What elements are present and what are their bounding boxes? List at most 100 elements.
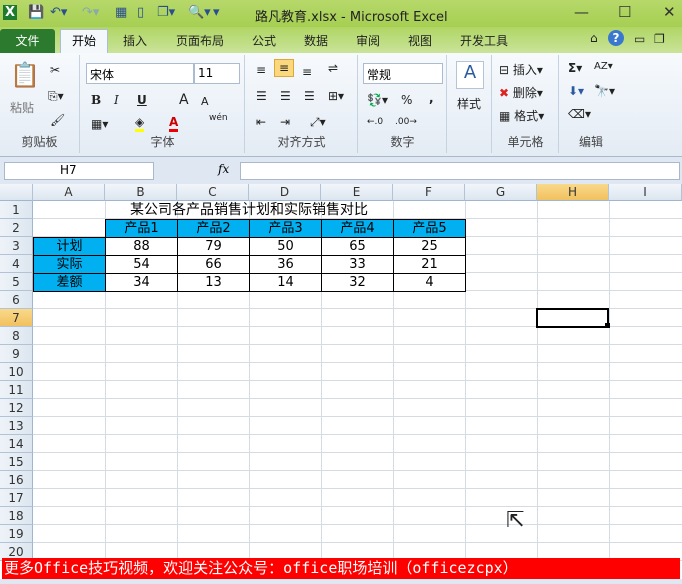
- column-header-E[interactable]: E: [321, 184, 393, 201]
- row-header-3[interactable]: 3: [0, 237, 33, 255]
- data-cell[interactable]: 66: [177, 255, 250, 274]
- phonetic-button[interactable]: wén: [209, 113, 228, 123]
- row-header-15[interactable]: 15: [0, 453, 33, 471]
- wrap-text-icon[interactable]: ⇌: [328, 61, 338, 75]
- table-title[interactable]: 某公司各产品销售计划和实际销售对比: [105, 201, 393, 219]
- column-header-F[interactable]: F: [393, 184, 465, 201]
- bold-button[interactable]: B: [91, 93, 101, 107]
- row-header-6[interactable]: 6: [0, 291, 33, 309]
- align-center-icon[interactable]: ☰: [280, 89, 291, 103]
- header-cell[interactable]: 产品4: [321, 219, 394, 238]
- row-label-cell[interactable]: 差额: [33, 273, 106, 292]
- italic-button[interactable]: I: [114, 93, 119, 107]
- header-cell[interactable]: 产品5: [393, 219, 466, 238]
- align-left-icon[interactable]: ☰: [256, 89, 267, 103]
- font-size-select[interactable]: 11: [194, 63, 240, 84]
- tab-formulas[interactable]: 公式: [252, 32, 276, 49]
- row-header-18[interactable]: 18: [0, 507, 33, 525]
- data-cell[interactable]: 25: [393, 237, 466, 256]
- column-header-A[interactable]: A: [33, 184, 105, 201]
- save-icon[interactable]: 💾: [28, 5, 44, 20]
- merge-center-icon[interactable]: ⊞▾: [328, 89, 344, 103]
- cut-icon[interactable]: ✂: [50, 63, 60, 77]
- row-header-4[interactable]: 4: [0, 255, 33, 273]
- shrink-font-button[interactable]: A: [201, 95, 209, 108]
- styles-icon[interactable]: A: [456, 61, 484, 89]
- tab-data[interactable]: 数据: [304, 32, 328, 49]
- data-cell[interactable]: 79: [177, 237, 250, 256]
- row-label-cell[interactable]: 计划: [33, 237, 106, 256]
- paste-button[interactable]: 粘贴: [10, 99, 34, 116]
- formula-input[interactable]: [240, 162, 680, 180]
- fill-handle[interactable]: [605, 323, 610, 328]
- data-cell[interactable]: 32: [321, 273, 394, 292]
- workbook-minimize-icon[interactable]: ▭: [634, 32, 645, 46]
- row-header-2[interactable]: 2: [0, 219, 33, 237]
- decrease-decimal-icon[interactable]: .00→: [395, 117, 417, 127]
- table-icon[interactable]: ▦: [115, 5, 127, 20]
- data-cell[interactable]: 50: [249, 237, 322, 256]
- percent-button[interactable]: %: [401, 93, 412, 107]
- copy-icon[interactable]: ⎘▾: [48, 89, 64, 104]
- data-cell[interactable]: 14: [249, 273, 322, 292]
- row-header-11[interactable]: 11: [0, 381, 33, 399]
- paste-icon[interactable]: 📋: [10, 61, 40, 89]
- row-header-16[interactable]: 16: [0, 471, 33, 489]
- column-header-B[interactable]: B: [105, 184, 177, 201]
- collapse-ribbon-icon[interactable]: ⌂: [590, 31, 598, 45]
- header-cell[interactable]: 产品3: [249, 219, 322, 238]
- decrease-indent-icon[interactable]: ⇤: [256, 115, 266, 129]
- row-label-cell[interactable]: 实际: [33, 255, 106, 274]
- format-cells-button[interactable]: ▦ 格式▾: [499, 107, 544, 124]
- column-header-C[interactable]: C: [177, 184, 249, 201]
- data-cell[interactable]: 34: [105, 273, 178, 292]
- column-header-H[interactable]: H: [537, 184, 609, 201]
- data-cell[interactable]: 13: [177, 273, 250, 292]
- border-icon[interactable]: ▦▾: [91, 117, 108, 131]
- styles-button[interactable]: 样式: [457, 95, 481, 112]
- row-header-8[interactable]: 8: [0, 327, 33, 345]
- data-cell[interactable]: 54: [105, 255, 178, 274]
- workbook-restore-icon[interactable]: ❐: [654, 32, 665, 46]
- tab-file[interactable]: 文件: [0, 29, 55, 53]
- column-header-D[interactable]: D: [249, 184, 321, 201]
- font-name-select[interactable]: 宋体: [86, 63, 194, 84]
- name-box[interactable]: H7: [4, 162, 154, 180]
- customize-icon[interactable]: ▾: [213, 5, 220, 20]
- comma-button[interactable]: ,: [429, 91, 434, 105]
- copy-icon[interactable]: ❐▾: [157, 5, 175, 20]
- format-painter-icon[interactable]: 🖌: [50, 113, 65, 127]
- data-cell[interactable]: 88: [105, 237, 178, 256]
- data-cell[interactable]: 4: [393, 273, 466, 292]
- maximize-button[interactable]: ☐: [618, 3, 631, 21]
- autosum-button[interactable]: Σ▾: [568, 61, 582, 75]
- row-header-19[interactable]: 19: [0, 525, 33, 543]
- header-cell[interactable]: 产品2: [177, 219, 250, 238]
- select-all-corner[interactable]: [0, 184, 33, 201]
- increase-decimal-icon[interactable]: ←.0: [367, 117, 383, 127]
- selected-cell-h7[interactable]: [536, 308, 609, 328]
- data-cell[interactable]: 21: [393, 255, 466, 274]
- find-select-icon[interactable]: 🔭▾: [594, 84, 615, 98]
- column-header-G[interactable]: G: [465, 184, 537, 201]
- row-header-12[interactable]: 12: [0, 399, 33, 417]
- increase-indent-icon[interactable]: ⇥: [280, 115, 290, 129]
- orientation-icon[interactable]: ⤢▾: [310, 115, 326, 130]
- close-button[interactable]: ✕: [663, 3, 676, 21]
- tab-insert[interactable]: 插入: [123, 32, 147, 49]
- number-format-select[interactable]: 常规: [363, 63, 443, 84]
- data-cell[interactable]: 33: [321, 255, 394, 274]
- undo-icon[interactable]: ↶▾: [50, 5, 67, 20]
- help-icon[interactable]: ?: [608, 30, 624, 46]
- insert-cells-button[interactable]: ⊟ 插入▾: [499, 61, 543, 78]
- tab-view[interactable]: 视图: [408, 32, 432, 49]
- align-middle-icon[interactable]: ≡: [274, 59, 295, 77]
- accounting-format-icon[interactable]: 💱▾: [367, 93, 388, 107]
- row-header-14[interactable]: 14: [0, 435, 33, 453]
- column-header-I[interactable]: I: [609, 184, 682, 201]
- fill-color-icon[interactable]: ◈: [135, 115, 145, 132]
- fill-icon[interactable]: ⬇▾: [568, 84, 584, 98]
- align-right-icon[interactable]: ☰: [304, 89, 315, 103]
- row-header-9[interactable]: 9: [0, 345, 33, 363]
- insert-function-button[interactable]: fx: [218, 162, 229, 176]
